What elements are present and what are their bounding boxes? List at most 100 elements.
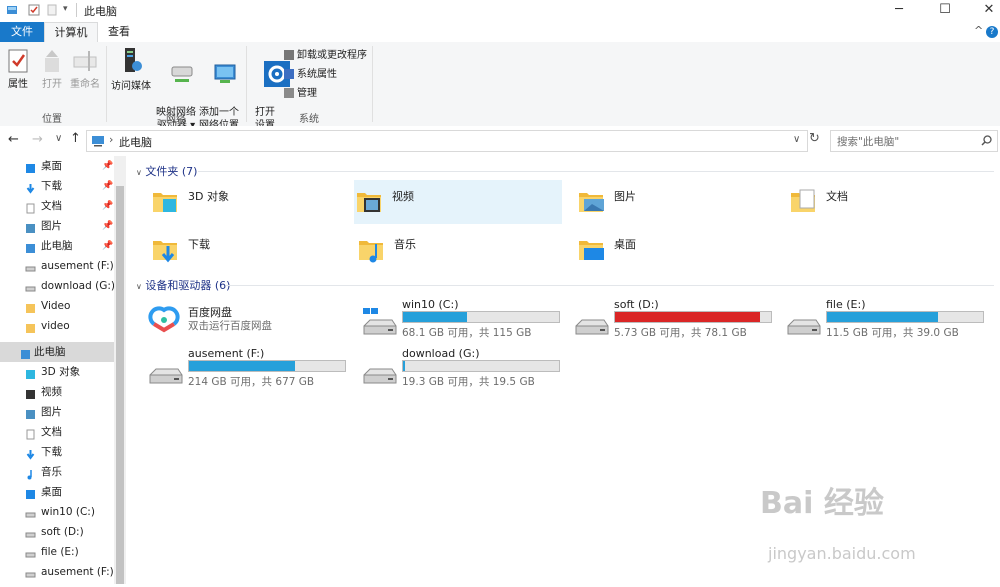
baidu-netdisk-subtitle: 双击运行百度网盘 (188, 320, 272, 332)
access-media-button[interactable]: 访问媒体 (110, 46, 152, 93)
folder-item[interactable]: 桌面 (576, 228, 782, 272)
forward-button[interactable]: → (32, 132, 43, 147)
picture-icon (25, 221, 36, 233)
navigation-scrollbar[interactable] (114, 156, 126, 584)
chevron-down-icon: ∨ (136, 168, 142, 177)
folders-section-header[interactable]: ∨ 文件夹 (7) (136, 163, 197, 179)
system-properties-icon (284, 69, 294, 79)
close-button[interactable]: ✕ (966, 0, 1000, 22)
devices-section-title: 设备和驱动器 (6) (145, 279, 231, 292)
rename-label: 重命名 (70, 79, 100, 90)
nav-item[interactable]: 视频 (0, 382, 114, 402)
rename-button[interactable]: 重命名 (68, 48, 102, 91)
folder-item[interactable]: 音乐 (356, 228, 562, 272)
folder-item[interactable]: 文档 (788, 180, 994, 224)
drive-space-info: 11.5 GB 可用，共 39.0 GB (826, 327, 959, 339)
address-input[interactable]: › 此电脑 ∨ (86, 130, 808, 152)
nav-item-label: 此电脑 (41, 240, 73, 252)
folder-item[interactable]: 3D 对象 (150, 180, 356, 224)
minimize-button[interactable]: ─ (876, 0, 922, 22)
nav-item-label: Video (41, 300, 71, 312)
download-icon (25, 447, 36, 460)
drive-usage-fill (189, 361, 296, 371)
refresh-button[interactable]: ↻ (809, 131, 820, 146)
collapse-ribbon-button[interactable]: ^ (974, 24, 983, 37)
nav-item[interactable]: 3D 对象 (0, 362, 114, 382)
nav-item[interactable]: 此电脑 (0, 342, 114, 362)
hard-drive-icon (363, 368, 397, 384)
ribbon-separator (372, 46, 373, 122)
folders-section-title: 文件夹 (7) (145, 165, 198, 178)
music-folder-icon (359, 241, 383, 263)
chevron-down-icon: ∨ (136, 282, 142, 291)
folder-item[interactable]: 下载 (150, 228, 356, 272)
drive-usage-fill (403, 361, 405, 371)
maximize-button[interactable]: ☐ (922, 0, 968, 22)
scrollbar-thumb[interactable] (116, 186, 124, 584)
nav-item[interactable]: 文档 (0, 422, 114, 442)
manage-button[interactable]: 管理 (284, 86, 317, 102)
hard-drive-icon (575, 319, 609, 335)
nav-item-label: 图片 (41, 220, 62, 232)
nav-item[interactable]: 下载 📌 (0, 176, 114, 196)
search-input[interactable]: 搜索"此电脑" (830, 130, 998, 152)
search-placeholder: 搜索"此电脑" (837, 136, 900, 148)
uninstall-icon (284, 50, 294, 60)
drive-item[interactable]: win10 (C:) 68.1 GB 可用，共 115 GB (362, 298, 576, 344)
drive-item[interactable]: file (E:) 11.5 GB 可用，共 39.0 GB (786, 298, 1000, 344)
folder-label: 文档 (826, 190, 848, 203)
recent-locations-button[interactable]: ∨ (55, 133, 62, 144)
open-icon (45, 50, 59, 72)
properties-icon[interactable] (28, 4, 40, 16)
tab-computer[interactable]: 计算机 (44, 22, 98, 43)
title-separator (76, 3, 77, 17)
nav-item[interactable]: ausement (F:) (0, 562, 114, 582)
customize-quick-access-button[interactable]: ▾ (63, 4, 68, 14)
baidu-netdisk-item[interactable]: 百度网盘 双击运行百度网盘 (148, 298, 362, 344)
nav-item[interactable]: download (G:) (0, 276, 115, 296)
tab-view[interactable]: 查看 (100, 22, 138, 42)
drive-name: file (E:) (826, 298, 866, 311)
uninstall-program-button[interactable]: 卸载或更改程序 (284, 48, 367, 64)
nav-item[interactable]: 桌面 (0, 482, 114, 502)
nav-item[interactable]: 文档 📌 (0, 196, 114, 216)
system-properties-button[interactable]: 系统属性 (284, 67, 337, 83)
nav-item[interactable]: 图片 (0, 402, 114, 422)
nav-item[interactable]: 桌面 📌 (0, 156, 114, 176)
nav-item[interactable]: win10 (C:) (0, 502, 114, 522)
address-dropdown-button[interactable]: ∨ (793, 134, 800, 145)
nav-item-label: 下载 (41, 180, 62, 192)
drive-item[interactable]: download (G:) 19.3 GB 可用，共 19.5 GB (362, 347, 576, 393)
nav-item[interactable]: Video (0, 296, 114, 316)
devices-section-header[interactable]: ∨ 设备和驱动器 (6) (136, 277, 230, 293)
folder-item[interactable]: 视频 (354, 180, 562, 224)
nav-item[interactable]: file (E:) (0, 542, 114, 562)
breadcrumb[interactable]: 此电脑 (119, 134, 152, 150)
uninstall-label: 卸载或更改程序 (297, 50, 367, 61)
back-button[interactable]: ← (8, 132, 19, 147)
nav-item-label: win10 (C:) (41, 506, 95, 518)
drive-space-info: 19.3 GB 可用，共 19.5 GB (402, 376, 535, 388)
nav-item[interactable]: 音乐 (0, 462, 114, 482)
drive-item[interactable]: ausement (F:) 214 GB 可用，共 677 GB (148, 347, 362, 393)
drive-usage-bar (188, 360, 346, 372)
nav-item[interactable]: ausement (F:) (0, 256, 114, 276)
tab-file[interactable]: 文件 (0, 22, 44, 42)
open-button[interactable]: 打开 (38, 48, 66, 91)
nav-item[interactable]: 图片 📌 (0, 216, 114, 236)
nav-item[interactable]: 此电脑 📌 (0, 236, 114, 256)
nav-item[interactable]: soft (D:) (0, 522, 114, 542)
pin-icon: 📌 (102, 161, 114, 171)
breadcrumb-separator: › (109, 133, 114, 146)
search-icon[interactable] (981, 135, 992, 146)
properties-button[interactable]: 属性 (4, 48, 32, 91)
nav-item[interactable]: video (0, 316, 114, 336)
up-button[interactable]: ↑ (70, 131, 81, 146)
nav-item[interactable]: 下载 (0, 442, 114, 462)
help-button[interactable]: ? (986, 26, 998, 38)
drive-icon (25, 281, 36, 292)
folder-item[interactable]: 图片 (576, 180, 782, 224)
new-folder-icon[interactable] (46, 4, 58, 16)
drive-item[interactable]: soft (D:) 5.73 GB 可用，共 78.1 GB (574, 298, 788, 344)
drive-icon (25, 261, 36, 272)
